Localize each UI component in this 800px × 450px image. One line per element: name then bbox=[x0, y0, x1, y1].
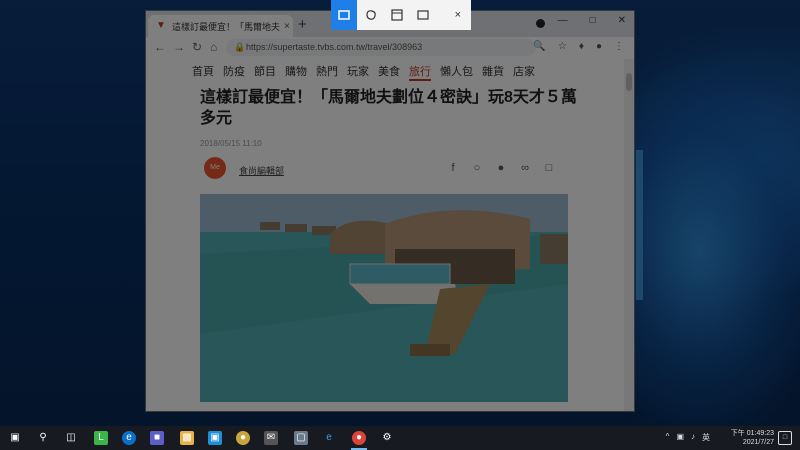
mail-icon[interactable]: ✉ bbox=[264, 431, 278, 445]
network-icon[interactable]: ▣ bbox=[676, 432, 684, 443]
taskbar: ▣ ⚲ ◫ L e ■ ▩ ▣ ● ✉ ▢ e ● ⚙ ^ ▣ ♪ 英 下午 0… bbox=[0, 426, 800, 450]
app-icon[interactable]: ■ bbox=[150, 431, 164, 445]
window-snip-icon bbox=[391, 9, 403, 21]
app-icon-2[interactable]: ● bbox=[236, 431, 250, 445]
snip-close-button[interactable]: × bbox=[445, 0, 471, 30]
fullscreen-snip-icon bbox=[417, 10, 430, 20]
task-view-icon[interactable]: ◫ bbox=[64, 431, 78, 445]
search-taskbar-icon[interactable]: ⚲ bbox=[36, 431, 50, 445]
start-icon[interactable]: ▣ bbox=[8, 431, 22, 445]
ie-icon[interactable]: e bbox=[322, 431, 336, 445]
rectangle-snip-button[interactable] bbox=[331, 0, 358, 30]
freeform-snip-icon bbox=[366, 10, 376, 20]
line-app-icon[interactable]: L bbox=[94, 431, 108, 445]
clock-date: 2021/7/27 bbox=[742, 439, 774, 446]
tray-chevron-icon[interactable]: ^ bbox=[666, 432, 670, 443]
snip-toolbar: × bbox=[331, 0, 471, 30]
rectangle-snip-icon bbox=[338, 10, 350, 20]
volume-icon[interactable]: ♪ bbox=[691, 432, 695, 443]
window-snip-button[interactable] bbox=[384, 0, 410, 30]
edge-icon[interactable]: e bbox=[122, 431, 136, 445]
file-explorer-icon[interactable]: ▩ bbox=[180, 431, 194, 445]
snip-dim-overlay[interactable] bbox=[0, 0, 800, 426]
clock-time: 下午 01:49:23 bbox=[730, 430, 774, 437]
system-tray: ^ ▣ ♪ 英 bbox=[666, 432, 710, 443]
fullscreen-snip-button[interactable] bbox=[410, 0, 436, 30]
freeform-snip-button[interactable] bbox=[357, 0, 383, 30]
chrome-icon[interactable]: ● bbox=[352, 431, 366, 445]
store-icon[interactable]: ▣ bbox=[208, 431, 222, 445]
settings-icon[interactable]: ⚙ bbox=[380, 431, 394, 445]
notification-icon[interactable]: □ bbox=[778, 431, 792, 445]
ime-indicator[interactable]: 英 bbox=[702, 432, 710, 443]
app-icon-3[interactable]: ▢ bbox=[294, 431, 308, 445]
clock[interactable]: 下午 01:49:23 2021/7/27 bbox=[731, 429, 774, 447]
